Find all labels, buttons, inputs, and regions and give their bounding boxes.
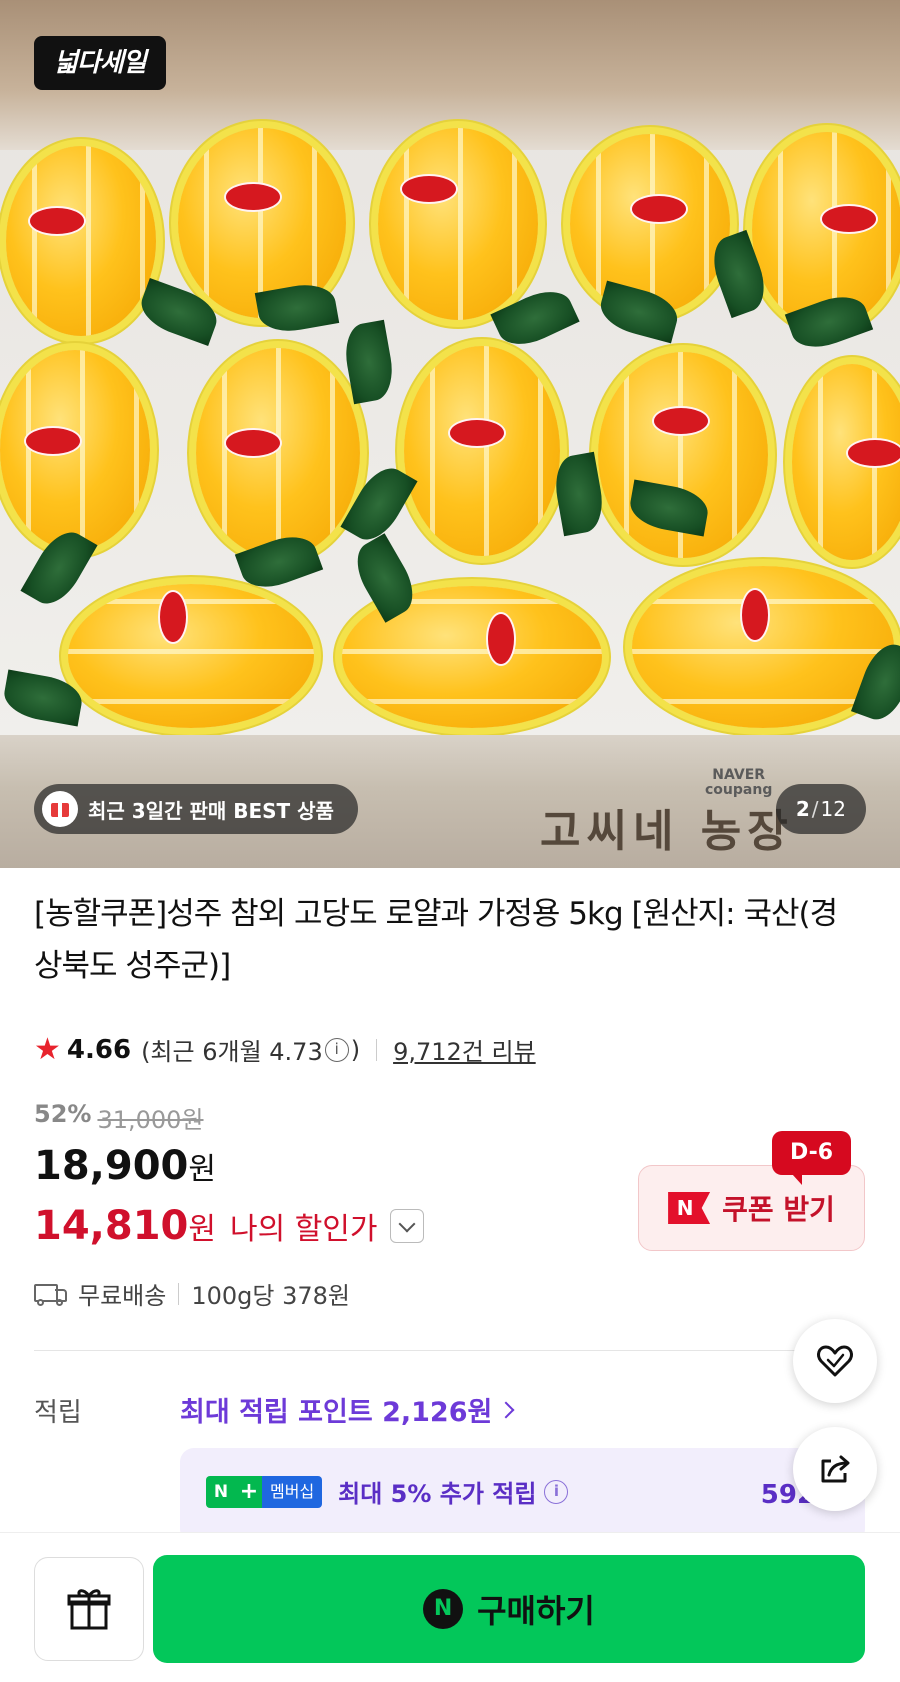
sale-price-amount: 18,900: [34, 1143, 189, 1189]
box-farm-print: 고씨네 농장: [540, 806, 794, 857]
coupon-label: 쿠폰 받기: [722, 1193, 835, 1226]
melon-image: [6, 146, 156, 336]
info-icon[interactable]: i: [324, 1037, 349, 1062]
rating-row: ★ 4.66 (최근 6개월 4.73 i ) 9,712건 리뷰: [34, 1032, 536, 1067]
coupon-dday-badge: D-6: [772, 1131, 852, 1185]
brand-badge: 넓다세일: [34, 36, 166, 90]
wishlist-button[interactable]: [793, 1319, 877, 1403]
recent-rating: (최근 6개월 4.73: [141, 1038, 323, 1066]
naver-plus-membership-badge: N + 멤버십: [206, 1475, 323, 1508]
melon-image: [404, 346, 560, 556]
naver-coupon-icon: N: [668, 1192, 711, 1224]
melon-image: [0, 350, 150, 550]
badge-membership: 멤버십: [262, 1475, 323, 1508]
sale-price: 18,900원: [34, 1143, 216, 1189]
badge-plus: +: [236, 1475, 262, 1508]
page-separator: /: [811, 797, 819, 821]
melon-image: [570, 134, 730, 314]
points-label: 적립: [34, 1398, 82, 1428]
my-price-label: 나의 할인가: [229, 1212, 378, 1247]
share-icon: [821, 1455, 850, 1483]
recent-rating-close: ): [350, 1035, 361, 1064]
melon-image: [378, 128, 538, 320]
sale-price-unit: 원: [188, 1152, 216, 1187]
buy-button[interactable]: N 구매하기: [153, 1555, 865, 1663]
my-discount-price[interactable]: 14,810 원 나의 할인가: [34, 1203, 424, 1249]
box-brand-print: NAVER coupang: [705, 767, 773, 798]
naver-pay-icon: N: [423, 1589, 464, 1629]
share-button[interactable]: [793, 1427, 877, 1511]
page-total: 12: [820, 797, 846, 821]
melon-image: [792, 364, 900, 560]
discount-rate: 52%: [34, 1100, 92, 1128]
coupon-button[interactable]: N 쿠폰 받기: [638, 1165, 865, 1251]
gift-icon: [42, 791, 78, 827]
membership-text: 최대 5% 추가 적립: [338, 1480, 537, 1508]
bottom-action-bar: N 구매하기: [0, 1532, 900, 1682]
melon-image: [68, 584, 314, 728]
product-image-carousel[interactable]: NAVER coupang 고씨네 농장 넓다세일 최근 3일간 판매 BEST…: [0, 0, 900, 868]
best-seller-pill: 최근 3일간 판매 BEST 상품: [34, 784, 358, 834]
rating-value: 4.66: [66, 1034, 132, 1065]
truck-icon: [34, 1282, 68, 1306]
divider: [178, 1282, 180, 1305]
section-divider: [34, 1350, 800, 1351]
info-icon[interactable]: i: [544, 1479, 569, 1504]
shipping-label: 무료배송: [78, 1282, 167, 1310]
membership-row: N + 멤버십 최대 5% 추가 적립 i: [206, 1474, 570, 1509]
gift-button[interactable]: [34, 1557, 144, 1661]
image-page-counter: 2/12: [775, 784, 866, 834]
max-points-link[interactable]: 최대 적립 포인트 2,126원: [180, 1390, 515, 1429]
original-price: 31,000원: [97, 1106, 204, 1134]
melon-image: [196, 348, 360, 558]
buy-label: 구매하기: [477, 1592, 595, 1630]
gift-icon: [67, 1589, 111, 1630]
star-icon: ★: [34, 1031, 61, 1067]
heart-icon: [817, 1345, 853, 1377]
unit-price: 100g당 378원: [191, 1282, 350, 1310]
page-current: 2: [795, 797, 810, 821]
chevron-right-icon: [497, 1401, 515, 1418]
membership-points-box[interactable]: N + 멤버십 최대 5% 추가 적립 i 592원: [180, 1448, 865, 1543]
divider: [376, 1038, 378, 1061]
best-seller-label: 최근 3일간 판매 BEST 상품: [88, 798, 334, 823]
badge-n: N: [206, 1475, 236, 1508]
my-price-amount: 14,810: [34, 1203, 189, 1249]
review-count-link[interactable]: 9,712건 리뷰: [393, 1032, 536, 1067]
discount-row: 52% 31,000원: [34, 1100, 204, 1135]
shipping-row: 무료배송 100g당 378원: [34, 1276, 350, 1311]
my-price-unit: 원: [188, 1212, 216, 1247]
max-points-text: 최대 적립 포인트 2,126원: [180, 1397, 493, 1428]
chevron-down-icon[interactable]: [389, 1209, 424, 1243]
product-title: [농할쿠폰]성주 참외 고당도 로얄과 가정용 5kg [원산지: 국산(경상북…: [34, 896, 838, 984]
